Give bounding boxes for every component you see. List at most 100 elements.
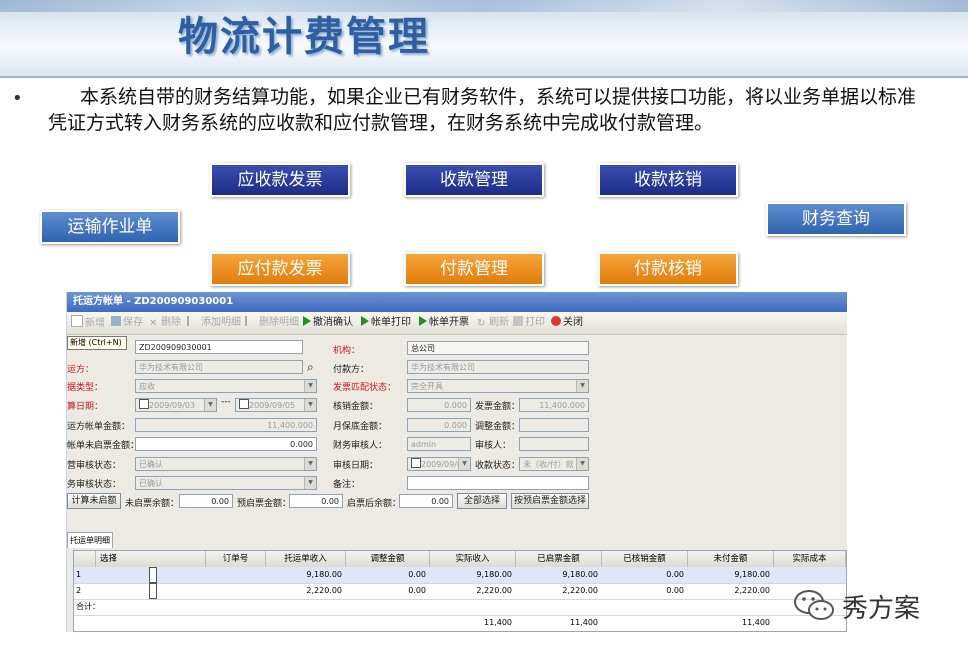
chevron-down-icon: ▼ xyxy=(304,380,316,392)
receipt-mgmt-box: 收款管理 xyxy=(404,163,544,197)
month-min-field: 0.000 xyxy=(407,418,471,432)
shipper-field[interactable]: 华为技术有限公司 xyxy=(135,360,303,374)
tab-shipment-detail[interactable]: 托运单明细 xyxy=(67,532,113,548)
intro-paragraph: 本系统自带的财务结算功能，如果企业已有财务软件，系统可以提供接口功能，将以业务单… xyxy=(48,84,928,136)
play-icon xyxy=(361,316,369,326)
invoice-amount-label: 发票金额： xyxy=(475,402,521,412)
column-header[interactable]: 实际成本 xyxy=(774,551,846,567)
add-row-icon xyxy=(187,316,199,326)
bill-print-button[interactable]: 帐单打印 xyxy=(361,315,411,331)
save-icon xyxy=(111,316,121,326)
auditor-label: 财务审核人： xyxy=(333,441,388,451)
column-header xyxy=(74,551,96,567)
slide-title: 物流计费管理 xyxy=(178,13,430,60)
unbilled-label: 帐单未启票金额： xyxy=(67,441,140,451)
writeoff-field: 0.000 xyxy=(407,398,471,412)
close-button[interactable]: 关闭 xyxy=(551,315,583,331)
new-doc-icon xyxy=(71,315,83,327)
payer-field[interactable]: 华为技术有限公司 xyxy=(407,360,589,374)
row-checkbox[interactable] xyxy=(149,583,157,599)
checkbox[interactable] xyxy=(411,458,421,468)
recv-status-select[interactable]: 未（收/付）款 ▼ xyxy=(519,457,589,471)
binoculars-icon[interactable]: ⌕ xyxy=(307,360,314,375)
row-checkbox[interactable] xyxy=(149,567,157,583)
watermark-text: 秀方案 xyxy=(842,594,921,624)
column-header[interactable]: 已核销金额 xyxy=(602,551,688,567)
audit-status-label: 营审核状态： xyxy=(67,461,122,471)
bill-amount-label: 运方帐单金额： xyxy=(67,422,131,432)
column-header[interactable]: 调整金额 xyxy=(346,551,430,567)
pre-bill-label: 预启票金额： xyxy=(237,499,292,509)
delete-button[interactable]: ✕ 删除 xyxy=(149,315,181,331)
payment-mgmt-box: 付款管理 xyxy=(404,252,544,286)
checkbox[interactable] xyxy=(239,399,249,409)
ar-invoice-box: 应收款发票 xyxy=(210,163,350,197)
date-from-field[interactable]: 2009/09/03 ▼ xyxy=(135,398,217,412)
grid-header: 选择 订单号 托运单收入 调整金额 实际收入 已启票金额 已核销金额 未付金额 … xyxy=(74,551,846,568)
remark-field[interactable] xyxy=(407,476,589,490)
date-to-field[interactable]: 2009/09/05 ▼ xyxy=(235,398,317,412)
cancel-confirm-button[interactable]: 撤消确认 xyxy=(303,315,353,331)
column-header[interactable]: 未付金额 xyxy=(688,551,774,567)
calc-unbilled-button[interactable]: 计算未启额 xyxy=(67,493,121,509)
watermark-logo: 秀方案 xyxy=(792,586,942,626)
month-min-label: 月保底金额： xyxy=(333,422,388,432)
type-select[interactable]: 应收 ▼ xyxy=(135,379,317,393)
total-values-row: 11,400 11,400 11,400 xyxy=(484,618,770,627)
org-field[interactable]: 总公司 xyxy=(407,341,589,355)
receipt-writeoff-box: 收款核销 xyxy=(598,163,738,197)
add-detail-button[interactable]: 添加明细 xyxy=(187,315,241,331)
close-icon xyxy=(551,316,561,326)
adjust-field xyxy=(519,418,589,432)
total-row: 合计： xyxy=(74,599,846,616)
audit-date-field[interactable]: 2009/09/03 ▼ xyxy=(407,457,471,471)
chevron-down-icon: ▼ xyxy=(304,399,316,411)
chevron-down-icon: ▼ xyxy=(204,399,216,411)
unbilled-balance-label: 未启票余额： xyxy=(125,499,180,509)
match-status-label: 发票匹配状态： xyxy=(333,383,397,393)
table-row[interactable]: 1 9,180.00 0.00 9,180.00 9,180.00 0.00 9… xyxy=(74,567,846,584)
audit-date-label: 审核日期： xyxy=(333,461,379,471)
new-button[interactable]: 新增 xyxy=(71,315,105,331)
checkbox[interactable] xyxy=(139,399,149,409)
match-status-select[interactable]: 完全开具 ▼ xyxy=(407,379,589,393)
column-header[interactable]: 订单号 xyxy=(206,551,266,567)
after-balance-field[interactable]: 0.00 xyxy=(399,494,453,508)
reviewer-field xyxy=(519,437,589,451)
finance-query-box: 财务查询 xyxy=(766,202,906,236)
fin-audit-select[interactable]: 已确认 ▼ xyxy=(135,476,317,490)
select-by-amount-button[interactable]: 按预启票金额选择 xyxy=(511,493,589,509)
reviewer-label: 审核人： xyxy=(475,441,512,451)
transport-order-box: 运输作业单 xyxy=(40,210,180,244)
select-all-button[interactable]: 全部选择 xyxy=(457,493,507,509)
unbilled-balance-field[interactable]: 0.00 xyxy=(179,494,233,508)
pre-bill-field[interactable]: 0.00 xyxy=(289,494,343,508)
column-header[interactable]: 托运单收入 xyxy=(266,551,346,567)
adjust-label: 调整金额： xyxy=(475,422,521,432)
save-button[interactable]: 保存 xyxy=(111,315,143,331)
bill-no-field[interactable]: ZD200909030001 xyxy=(135,340,303,354)
refresh-icon: ↻ xyxy=(477,318,486,329)
print-button[interactable]: 打印 xyxy=(513,315,545,331)
title-banner: 物流计费管理 xyxy=(0,0,968,78)
delete-row-icon xyxy=(245,316,257,326)
banner-decoration xyxy=(0,0,968,12)
type-label: 据类型： xyxy=(67,383,104,393)
total-label: 合计： xyxy=(76,602,100,611)
delete-detail-button[interactable]: 删除明细 xyxy=(245,315,299,331)
unbilled-field[interactable]: 0.000 xyxy=(135,437,317,451)
refresh-button[interactable]: ↻ 刷新 xyxy=(477,315,509,331)
delete-icon: ✕ xyxy=(149,318,158,329)
chevron-down-icon: ▼ xyxy=(304,458,316,470)
bill-window: 托运方帐单 - ZD200909030001 新增 保存 ✕ 删除 添加明细 删除… xyxy=(66,292,847,632)
invoice-amount-field: 11,400.000 xyxy=(519,398,589,412)
banner-divider xyxy=(0,76,968,78)
bill-invoice-button[interactable]: 帐单开票 xyxy=(419,315,469,331)
payment-writeoff-box: 付款核销 xyxy=(598,252,738,286)
table-row[interactable]: 2 2,220.00 0.00 2,220.00 2,220.00 0.00 2… xyxy=(74,583,846,600)
column-header[interactable]: 已启票金额 xyxy=(516,551,602,567)
column-header[interactable]: 实际收入 xyxy=(430,551,516,567)
writeoff-label: 核销金额： xyxy=(333,402,379,412)
column-header[interactable]: 选择 xyxy=(96,551,206,567)
audit-status-select[interactable]: 已确认 ▼ xyxy=(135,457,317,471)
